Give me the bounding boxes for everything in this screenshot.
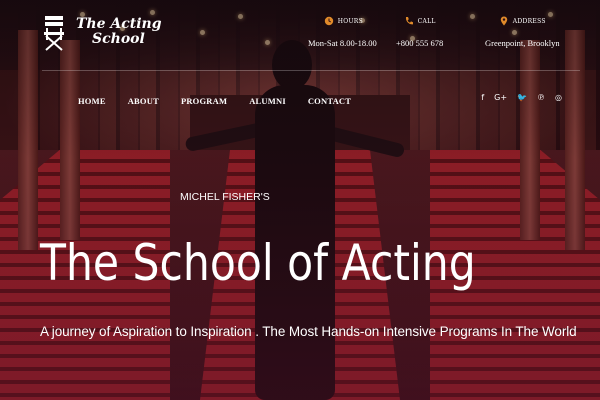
hero-title: The School of Acting — [40, 234, 476, 292]
logo-text: The Acting School — [76, 17, 162, 47]
instagram-icon[interactable]: ◎ — [555, 93, 562, 103]
hero-section: The Acting School HOURS Mon-Sat 8.00-18.… — [0, 0, 600, 400]
facebook-icon[interactable]: f — [481, 93, 484, 103]
directors-chair-icon — [44, 16, 64, 51]
call-label: CALL — [417, 17, 436, 25]
nav-about[interactable]: ABOUT — [128, 96, 159, 106]
call-info: CALL +800 555 678 — [396, 14, 443, 48]
hours-label: HOURS — [337, 17, 364, 25]
address-label: ADDRESS — [512, 17, 546, 25]
logo-line-1: The Acting — [76, 16, 162, 32]
logo-line-2: School — [92, 31, 145, 47]
site-logo[interactable]: The Acting School — [42, 12, 162, 52]
nav-program[interactable]: PROGRAM — [181, 96, 227, 106]
google-plus-icon[interactable]: G+ — [494, 93, 507, 103]
social-links: f G+ 🐦 ℗ ◎ — [481, 93, 562, 103]
nav-contact[interactable]: CONTACT — [308, 96, 351, 106]
clock-icon — [324, 16, 333, 26]
phone-icon — [405, 17, 413, 25]
hours-info: HOURS Mon-Sat 8.00-18.00 — [308, 14, 377, 48]
main-nav: HOME ABOUT PROGRAM ALUMNI CONTACT — [78, 96, 351, 106]
theater-background — [0, 0, 600, 400]
location-pin-icon — [500, 16, 507, 26]
twitter-icon[interactable]: 🐦 — [517, 93, 527, 103]
nav-alumni[interactable]: ALUMNI — [249, 96, 286, 106]
address-info: ADDRESS Greenpoint, Brooklyn — [485, 14, 560, 48]
address-value: Greenpoint, Brooklyn — [485, 38, 560, 48]
hero-kicker: MICHEL FISHER'S — [180, 191, 270, 203]
hero-tagline: A journey of Aspiration to Inspiration .… — [40, 324, 577, 339]
header-divider — [42, 70, 580, 71]
hours-value: Mon-Sat 8.00-18.00 — [308, 38, 377, 48]
call-value[interactable]: +800 555 678 — [396, 38, 443, 48]
pinterest-icon[interactable]: ℗ — [537, 93, 545, 103]
nav-home[interactable]: HOME — [78, 96, 106, 106]
